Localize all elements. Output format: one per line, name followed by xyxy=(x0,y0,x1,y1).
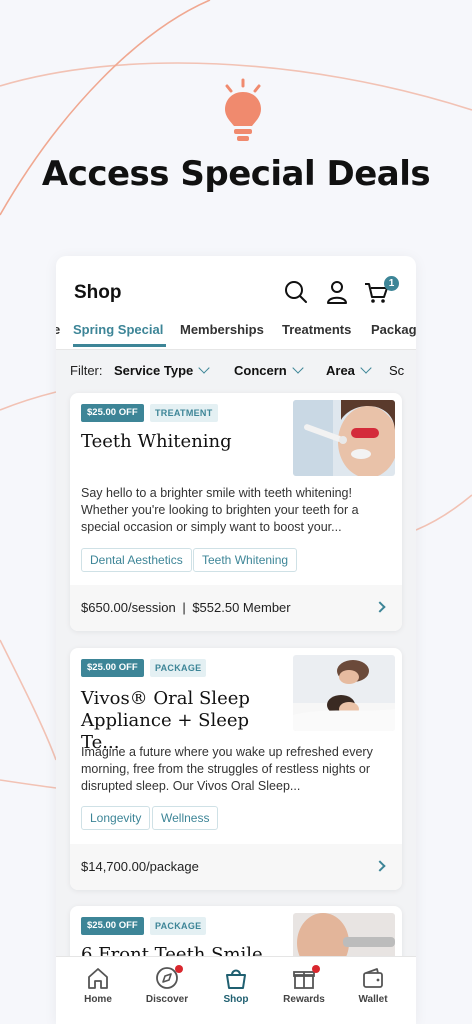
filter-service-type-label: Service Type xyxy=(114,363,194,378)
tab-treatments[interactable]: Treatments xyxy=(282,322,351,337)
tab-packages[interactable]: Packag xyxy=(371,322,416,337)
search-icon[interactable] xyxy=(282,278,310,306)
card-description: Imagine a future where you wake up refre… xyxy=(81,745,373,793)
chevron-down-icon xyxy=(360,362,372,374)
card-title: Teeth Whitening xyxy=(81,431,232,452)
card-footer: $650.00/session | $552.50 Member xyxy=(70,585,402,631)
chevron-down-icon xyxy=(198,362,210,374)
filter-service-type[interactable]: Service Type xyxy=(114,362,210,378)
chevron-down-icon xyxy=(292,362,304,374)
type-badge: TREATMENT xyxy=(150,404,218,422)
sleeping-couple-image xyxy=(293,655,395,731)
chevron-right-icon[interactable] xyxy=(374,860,386,872)
tab-spring-special[interactable]: Spring Special xyxy=(73,322,163,337)
member-price: $552.50 Member xyxy=(192,600,291,615)
nav-home-label: Home xyxy=(84,994,112,1005)
discount-badge: $25.00 OFF xyxy=(81,659,144,677)
headline: Access Special Deals xyxy=(41,154,431,194)
active-tab-indicator xyxy=(73,344,166,347)
discount-badge: $25.00 OFF xyxy=(81,404,144,422)
tag-chip[interactable]: Dental Aesthetics xyxy=(81,548,192,572)
price-text: $650.00/session | $552.50 Member xyxy=(81,600,291,615)
nav-shop[interactable]: Shop xyxy=(206,965,266,1005)
regular-price: $650.00/session xyxy=(81,600,176,615)
account-icon[interactable] xyxy=(323,278,351,306)
notification-dot xyxy=(312,965,320,973)
home-icon xyxy=(88,968,108,989)
discount-badge: $25.00 OFF xyxy=(81,917,144,935)
product-card[interactable]: $25.00 OFF TREATMENT Teeth Whitening Say… xyxy=(70,393,402,631)
filter-label: Filter: xyxy=(70,363,103,378)
type-badge: PACKAGE xyxy=(150,917,207,935)
product-card[interactable]: $25.00 OFF PACKAGE Vivos® Oral Sleep App… xyxy=(70,648,402,890)
nav-discover-label: Discover xyxy=(145,994,189,1005)
filter-bar: Filter: Service Type Concern Area Sc xyxy=(56,351,416,391)
tag-chip[interactable]: Wellness xyxy=(152,806,219,830)
wallet-icon xyxy=(363,968,383,988)
nav-shop-label: Shop xyxy=(223,994,249,1005)
lightbulb-icon xyxy=(225,78,261,141)
nav-home[interactable]: Home xyxy=(68,965,128,1005)
bottom-navigation: Home Discover Shop Rewards Wallet xyxy=(56,956,416,1024)
notification-dot xyxy=(175,965,183,973)
price-text: $14,700.00/package xyxy=(81,859,199,874)
type-badge: PACKAGE xyxy=(150,659,207,677)
cart-count-badge: 1 xyxy=(384,276,399,291)
card-footer: $14,700.00/package xyxy=(70,844,402,890)
app-header: Shop 1 e Spring Special Memberships Trea… xyxy=(56,256,416,350)
teeth-whitening-image xyxy=(293,400,395,476)
nav-rewards[interactable]: Rewards xyxy=(274,965,334,1005)
filter-concern[interactable]: Concern xyxy=(234,362,304,378)
filter-area[interactable]: Area xyxy=(326,362,372,378)
tab-memberships[interactable]: Memberships xyxy=(180,322,264,337)
app-screen: Shop 1 e Spring Special Memberships Trea… xyxy=(56,256,416,1024)
nav-discover[interactable]: Discover xyxy=(137,965,197,1005)
nav-rewards-label: Rewards xyxy=(283,994,325,1005)
page-title: Shop xyxy=(74,282,122,303)
nav-wallet-label: Wallet xyxy=(358,994,388,1005)
shopping-bag-icon xyxy=(226,969,246,989)
filter-concern-label: Concern xyxy=(234,363,287,378)
filter-sort[interactable]: Sc xyxy=(389,363,404,378)
nav-wallet[interactable]: Wallet xyxy=(343,965,403,1005)
tag-chip[interactable]: Longevity xyxy=(81,806,151,830)
card-description: Say hello to a brighter smile with teeth… xyxy=(81,486,359,534)
tab-previous[interactable]: e xyxy=(56,322,60,337)
chevron-right-icon[interactable] xyxy=(374,601,386,613)
filter-area-label: Area xyxy=(326,363,355,378)
tag-chip[interactable]: Teeth Whitening xyxy=(193,548,298,572)
